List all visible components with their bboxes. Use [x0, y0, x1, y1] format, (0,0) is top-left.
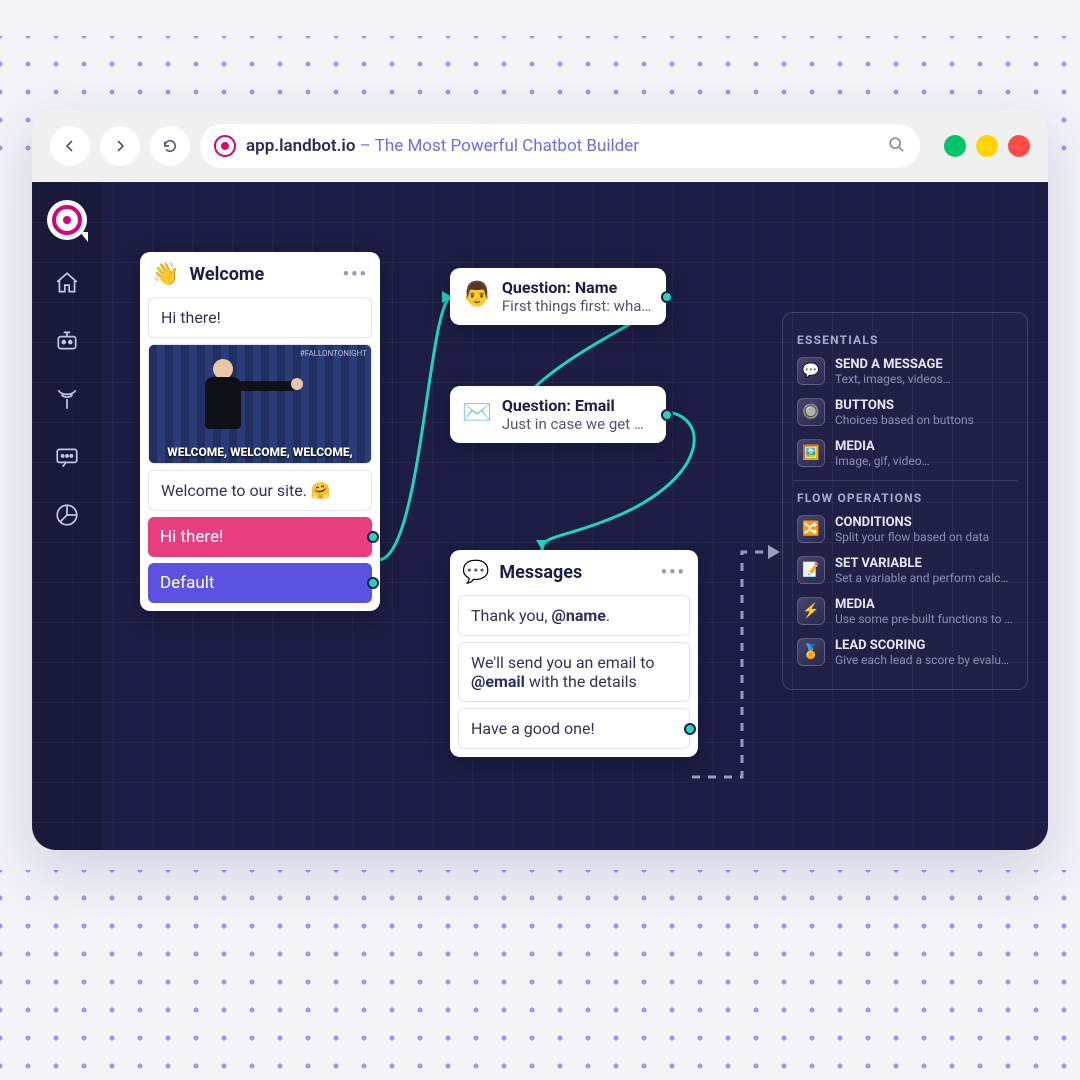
palette-item-set-variable[interactable]: 📝 SET VARIABLE Set a variable and perfor… — [797, 556, 1013, 585]
node-question-email[interactable]: ✉️ Question: Email Just in case we get d… — [450, 386, 666, 443]
node-title: Welcome — [189, 264, 264, 285]
palette-item-media-fn[interactable]: ⚡ MEDIA Use some pre-built functions to … — [797, 597, 1013, 626]
message-row: Have a good one! — [458, 708, 690, 749]
block-palette: ESSENTIALS 💬 SEND A MESSAGE Text, images… — [782, 312, 1028, 690]
connector-dot[interactable] — [367, 531, 379, 543]
outcome-pill-default[interactable]: Default — [148, 563, 372, 603]
traffic-yellow-icon[interactable] — [976, 135, 998, 157]
connector-dot[interactable] — [367, 577, 379, 589]
node-more-button[interactable]: ••• — [661, 562, 686, 583]
palette-item-conditions[interactable]: 🔀 CONDITIONS Split your flow based on da… — [797, 515, 1013, 544]
message-row: We'll send you an email to @email with t… — [458, 642, 690, 702]
node-subtitle: First things first: wha… — [502, 297, 652, 315]
welcome-greeting: Hi there! — [148, 297, 372, 338]
lightning-icon: ⚡ — [797, 597, 825, 625]
node-more-button[interactable]: ••• — [343, 264, 368, 285]
browser-chrome: app.landbot.io – The Most Powerful Chatb… — [32, 110, 1048, 182]
node-welcome[interactable]: 👋 Welcome ••• Hi there! #FALLONTONIGHT W… — [140, 252, 380, 611]
url-bar[interactable]: app.landbot.io – The Most Powerful Chatb… — [200, 124, 920, 168]
gif-caption: WELCOME, WELCOME, WELCOME, — [149, 445, 371, 459]
traffic-red-icon[interactable] — [1008, 135, 1030, 157]
outcome-pill-hi-there[interactable]: Hi there! — [148, 517, 372, 557]
window-traffic-lights — [944, 135, 1030, 157]
flow-canvas[interactable]: 👋 Welcome ••• Hi there! #FALLONTONIGHT W… — [32, 182, 1048, 850]
analytics-icon[interactable] — [52, 500, 82, 530]
back-button[interactable] — [50, 126, 90, 166]
home-icon[interactable] — [52, 268, 82, 298]
favicon-icon — [214, 135, 236, 157]
connector-dot[interactable] — [684, 723, 696, 735]
forward-button[interactable] — [100, 126, 140, 166]
node-title: Question: Email — [502, 396, 652, 415]
set-variable-icon: 📝 — [797, 556, 825, 584]
connector-dot[interactable] — [661, 291, 673, 303]
lead-scoring-icon: 🏅 — [797, 638, 825, 666]
palette-section-title: FLOW OPERATIONS — [797, 491, 1013, 505]
node-question-name[interactable]: 👨 Question: Name First things first: wha… — [450, 268, 666, 325]
buttons-icon: 🔘 — [797, 398, 825, 426]
palette-item-buttons[interactable]: 🔘 BUTTONS Choices based on buttons — [797, 398, 1013, 427]
conditions-icon: 🔀 — [797, 515, 825, 543]
search-icon[interactable] — [886, 134, 906, 159]
palette-item-send-message[interactable]: 💬 SEND A MESSAGE Text, images, videos… — [797, 357, 1013, 386]
reload-button[interactable] — [150, 126, 190, 166]
left-rail — [32, 182, 102, 850]
node-subtitle: Just in case we get d… — [502, 415, 652, 433]
bot-icon[interactable] — [52, 326, 82, 356]
wave-icon: 👋 — [152, 262, 179, 287]
gif-tag: #FALLONTONIGHT — [300, 349, 367, 358]
connector-dot[interactable] — [661, 409, 673, 421]
palette-item-lead-scoring[interactable]: 🏅 LEAD SCORING Give each lead a score by… — [797, 638, 1013, 667]
palette-item-media[interactable]: 🖼️ MEDIA Image, gif, video… — [797, 439, 1013, 468]
pill-label: Default — [160, 573, 214, 593]
welcome-gif: #FALLONTONIGHT WELCOME, WELCOME, WELCOME… — [148, 344, 372, 464]
send-message-icon: 💬 — [797, 357, 825, 385]
traffic-green-icon[interactable] — [944, 135, 966, 157]
brand-logo-icon[interactable] — [47, 200, 87, 240]
media-icon: 🖼️ — [797, 439, 825, 467]
chat-icon[interactable] — [52, 442, 82, 472]
node-title: Messages — [499, 562, 582, 583]
person-icon: 👨 — [462, 280, 492, 308]
speech-bubble-icon: 💬 — [462, 560, 489, 585]
broadcast-icon[interactable] — [52, 384, 82, 414]
node-title: Question: Name — [502, 278, 652, 297]
node-messages[interactable]: 💬 Messages ••• Thank you, @name. We'll s… — [450, 550, 698, 757]
url-tagline: – The Most Powerful Chatbot Builder — [355, 136, 639, 156]
decorative-dots-bottom — [0, 870, 1080, 1070]
welcome-text: Welcome to our site. 🤗 — [148, 470, 372, 511]
browser-window: app.landbot.io – The Most Powerful Chatb… — [32, 110, 1048, 850]
envelope-icon: ✉️ — [462, 398, 492, 426]
message-row: Thank you, @name. — [458, 595, 690, 636]
url-domain: app.landbot.io — [246, 136, 355, 156]
palette-section-title: ESSENTIALS — [797, 333, 1013, 347]
pill-label: Hi there! — [160, 527, 223, 547]
